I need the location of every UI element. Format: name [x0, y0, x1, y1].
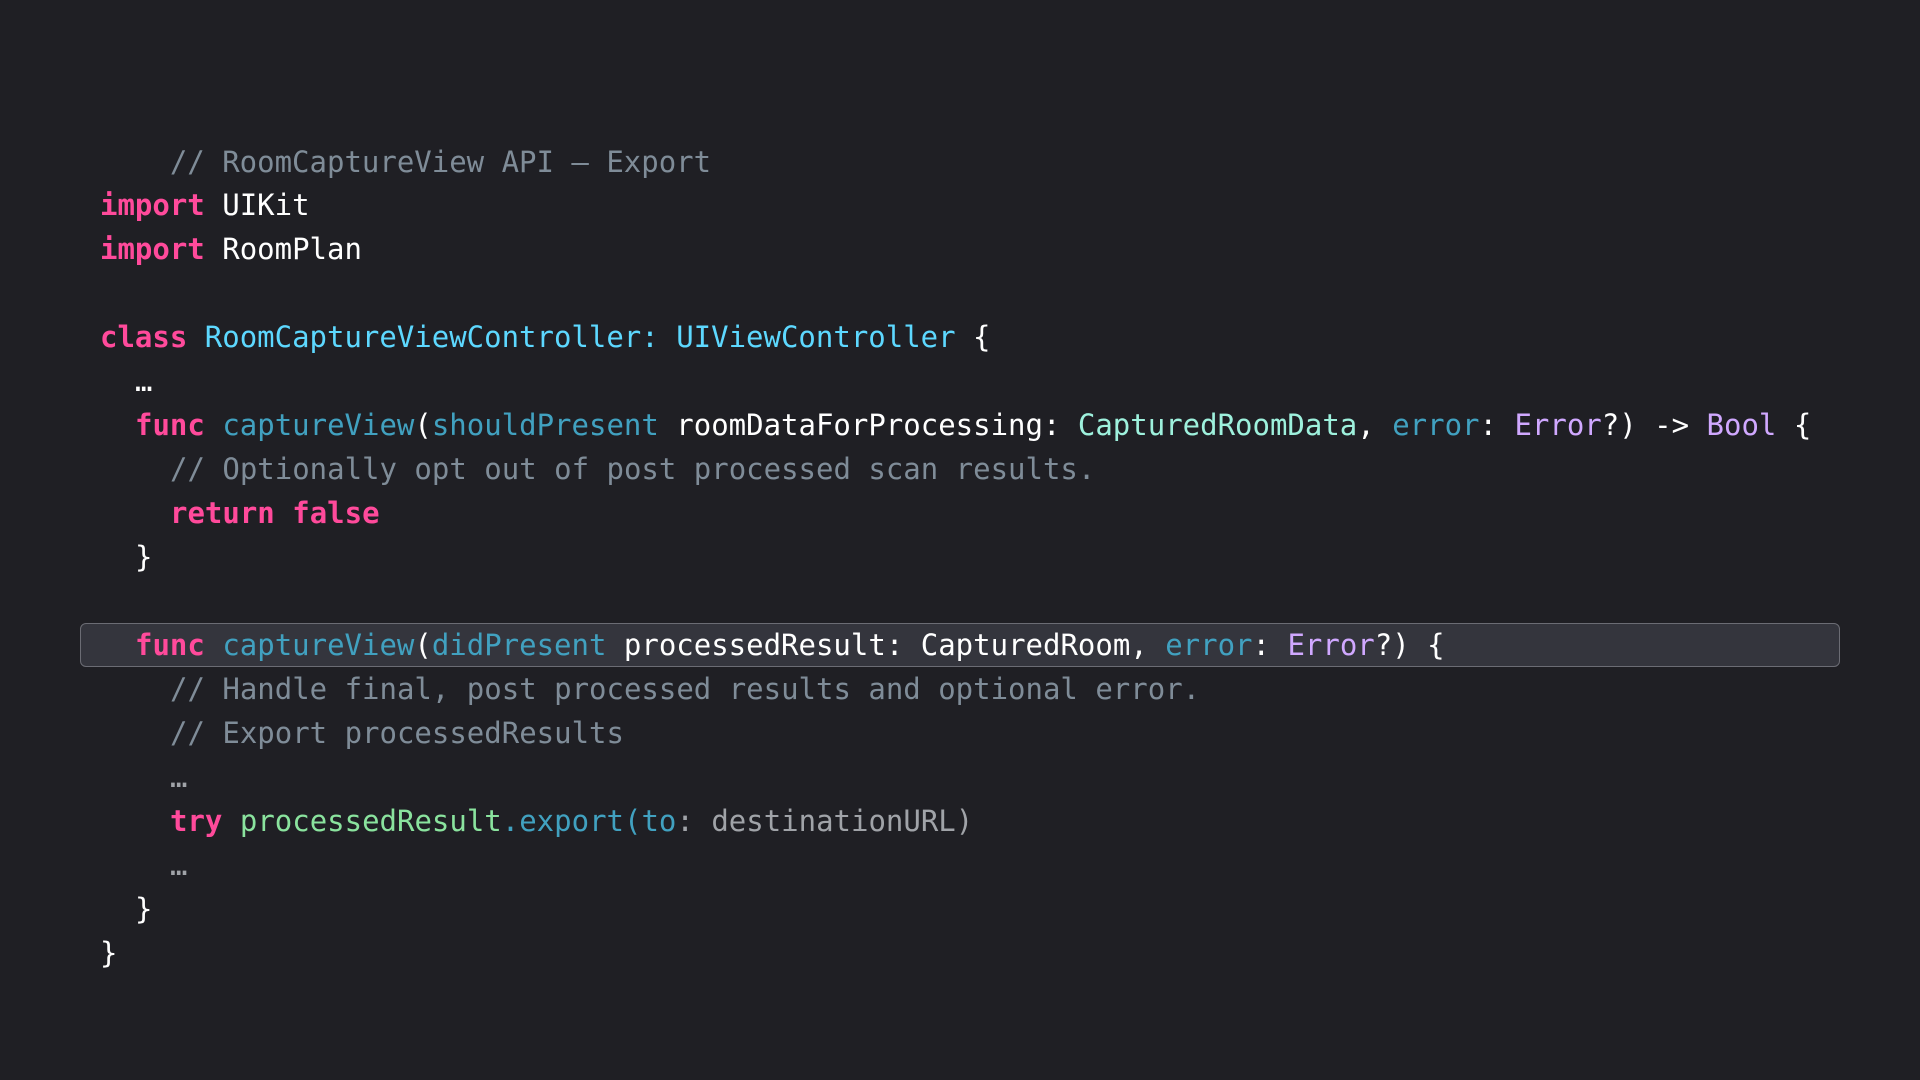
- close-brace: }: [135, 892, 153, 926]
- class-keyword: class: [100, 320, 188, 354]
- import-line-uikit: import UIKit: [100, 183, 310, 227]
- colon: :: [885, 628, 904, 662]
- open-brace: {: [973, 320, 991, 354]
- header-comment: // RoomCaptureView API – Export: [169, 145, 712, 179]
- class-close-line: }: [100, 931, 117, 975]
- error-label: error: [1392, 408, 1480, 442]
- func-keyword: func: [135, 628, 205, 662]
- ellipsis-line: …: [100, 359, 152, 403]
- open-paren: (: [414, 408, 432, 442]
- error-label: error: [1165, 628, 1253, 662]
- func-did-present-signature: func captureView(didPresent processedRes…: [100, 623, 1445, 667]
- import-keyword: import: [100, 188, 205, 222]
- class-name: RoomCaptureViewController: [204, 320, 642, 354]
- colon: :: [1042, 408, 1061, 442]
- import-module: UIKit: [222, 188, 310, 222]
- return-false-line: return false: [100, 491, 380, 535]
- parameter-type: CapturedRoom: [920, 628, 1131, 662]
- false-literal: false: [292, 496, 380, 530]
- import-keyword: import: [100, 232, 205, 266]
- func-did-present-comment-line-1: // Handle final, post processed results …: [100, 667, 1200, 711]
- export-method: .export(: [501, 804, 642, 838]
- function-name: captureView: [222, 408, 415, 442]
- optional-close-paren: ?): [1374, 628, 1410, 662]
- comma: ,: [1130, 628, 1148, 662]
- function-name: captureView: [222, 628, 415, 662]
- close-brace: }: [135, 540, 153, 574]
- import-module: RoomPlan: [222, 232, 362, 266]
- code-editor: // RoomCaptureView API – Export import U…: [0, 0, 1920, 1080]
- argument-label: shouldPresent: [431, 408, 659, 442]
- return-arrow: ->: [1654, 408, 1690, 442]
- comma: ,: [1357, 408, 1375, 442]
- superclass-name: UIViewController: [676, 320, 956, 354]
- func-should-present-signature: func captureView(shouldPresent roomDataF…: [100, 403, 1811, 447]
- try-export-line: try processedResult.export(to: destinati…: [100, 799, 973, 843]
- parameter-type: CapturedRoomData: [1077, 408, 1358, 442]
- open-brace: {: [1427, 628, 1445, 662]
- open-brace: {: [1793, 408, 1812, 442]
- argument-label: didPresent: [431, 628, 607, 662]
- colon: :: [1479, 408, 1497, 442]
- code-comment: // Export processedResults: [170, 716, 624, 750]
- ellipsis-line: …: [100, 843, 187, 887]
- receiver-variable: processedResult: [239, 804, 502, 838]
- func-did-present-comment-line-2: // Export processedResults: [100, 711, 624, 755]
- func-should-present-comment-line: // Optionally opt out of post processed …: [100, 447, 1095, 491]
- ellipsis: …: [170, 848, 188, 882]
- colon: :: [1252, 628, 1270, 662]
- ellipsis: …: [170, 760, 188, 794]
- colon: :: [676, 804, 694, 838]
- close-paren: ): [955, 804, 974, 838]
- func-should-present-close-line: }: [100, 535, 152, 579]
- error-type: Error: [1514, 408, 1602, 442]
- code-comment: // Handle final, post processed results …: [170, 672, 1201, 706]
- return-keyword: return: [170, 496, 275, 530]
- code-comment: // Optionally opt out of post processed …: [170, 452, 1096, 486]
- return-type: Bool: [1706, 408, 1777, 442]
- ellipsis: …: [135, 364, 153, 398]
- func-did-present-close-line: }: [100, 887, 152, 931]
- func-keyword: func: [135, 408, 205, 442]
- optional-close-paren: ?): [1601, 408, 1637, 442]
- try-keyword: try: [170, 804, 223, 838]
- ellipsis-line: …: [100, 755, 187, 799]
- argument-label: to: [641, 804, 677, 838]
- parameter-name: roomDataForProcessing: [676, 408, 1043, 442]
- close-brace: }: [100, 936, 118, 970]
- argument-value: destinationURL: [711, 804, 956, 838]
- class-declaration-line: class RoomCaptureViewController: UIViewC…: [100, 315, 991, 359]
- header-comment-line: // RoomCaptureView API – Export: [100, 96, 711, 179]
- open-paren: (: [414, 628, 432, 662]
- import-line-roomplan: import RoomPlan: [100, 227, 362, 271]
- error-type: Error: [1287, 628, 1375, 662]
- parameter-name: processedResult: [623, 628, 886, 662]
- colon: :: [641, 320, 659, 354]
